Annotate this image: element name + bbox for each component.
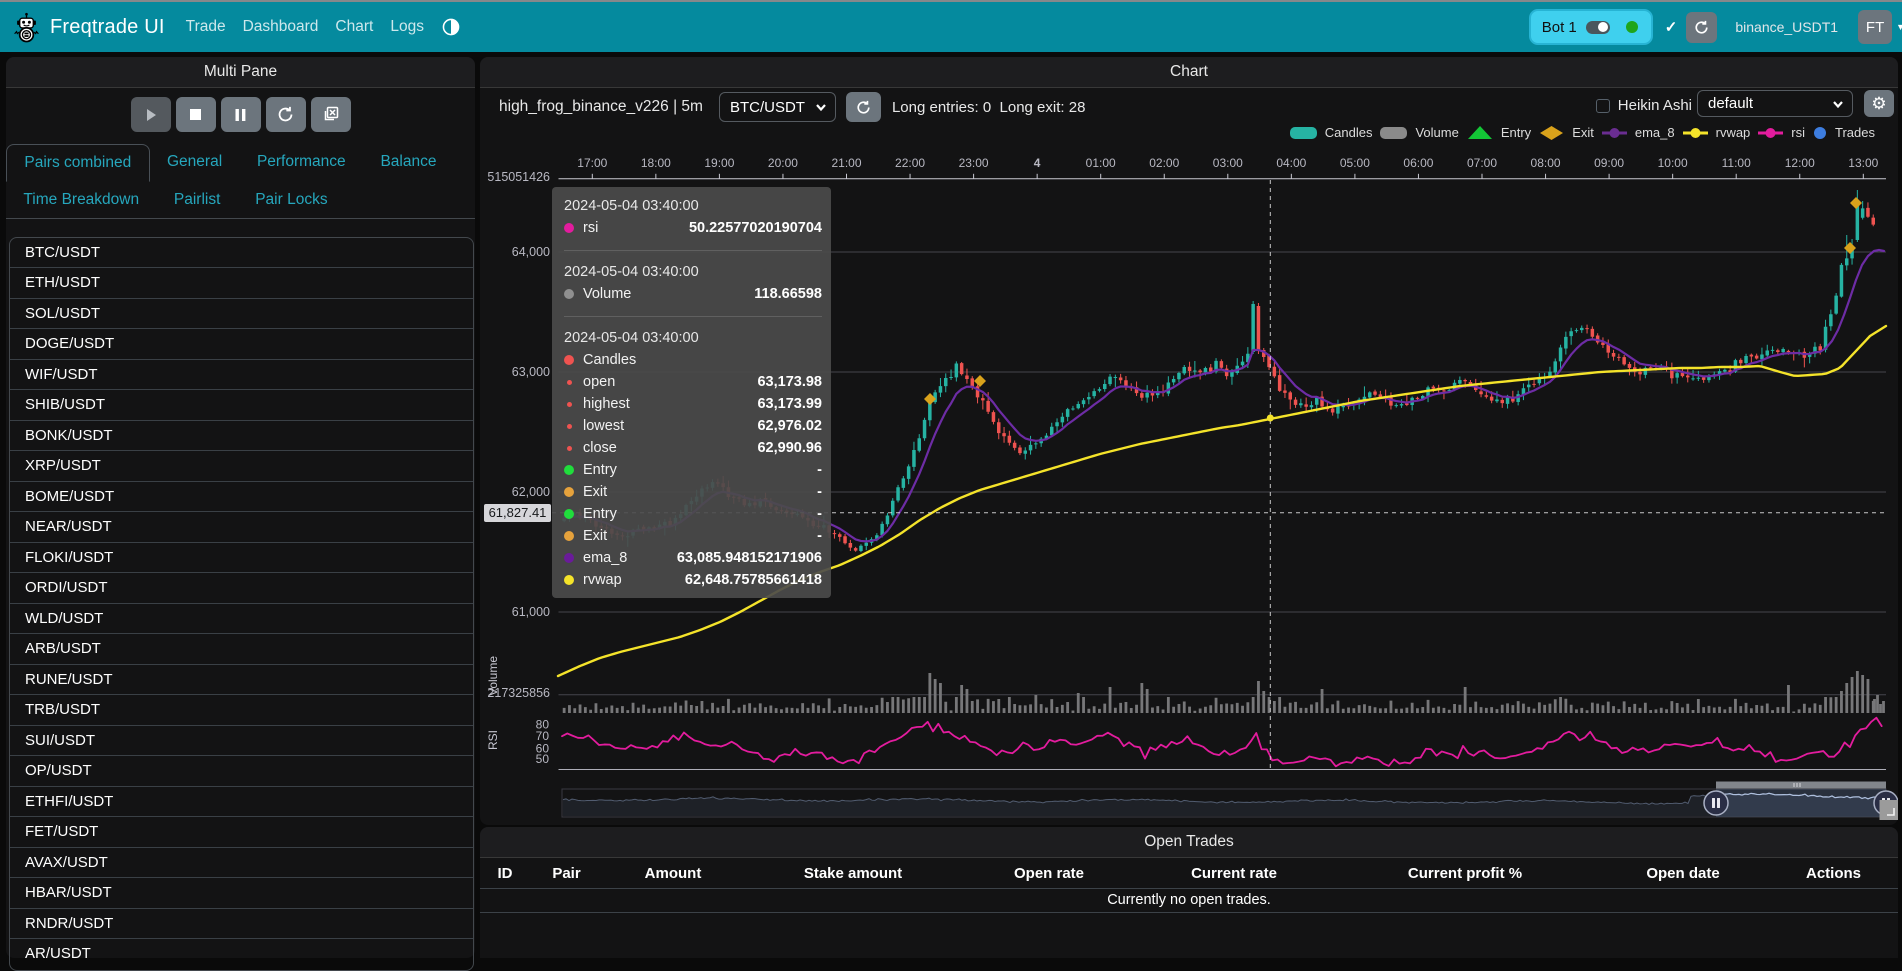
svg-text:61,000: 61,000 [512, 605, 550, 619]
svg-text:18:00: 18:00 [641, 156, 671, 170]
svg-text:Volume: Volume [486, 656, 500, 696]
svg-text:11:00: 11:00 [1722, 156, 1751, 170]
svg-text:50: 50 [536, 752, 550, 766]
svg-text:13:00: 13:00 [1848, 156, 1878, 170]
svg-text:4: 4 [1034, 156, 1041, 170]
svg-text:64,000: 64,000 [512, 245, 550, 259]
svg-text:RSI: RSI [486, 730, 500, 750]
svg-text:515051426: 515051426 [487, 170, 550, 184]
svg-text:19:00: 19:00 [704, 156, 734, 170]
svg-text:01:00: 01:00 [1086, 156, 1116, 170]
svg-text:21:00: 21:00 [831, 156, 861, 170]
svg-text:07:00: 07:00 [1467, 156, 1497, 170]
svg-text:08:00: 08:00 [1531, 156, 1561, 170]
svg-text:20:00: 20:00 [768, 156, 798, 170]
svg-text:17:00: 17:00 [577, 156, 607, 170]
svg-text:23:00: 23:00 [959, 156, 989, 170]
svg-text:22:00: 22:00 [895, 156, 925, 170]
svg-text:06:00: 06:00 [1403, 156, 1433, 170]
svg-text:12:00: 12:00 [1785, 156, 1815, 170]
svg-text:03:00: 03:00 [1213, 156, 1243, 170]
svg-text:62,000: 62,000 [512, 485, 550, 499]
svg-text:02:00: 02:00 [1149, 156, 1179, 170]
svg-text:05:00: 05:00 [1340, 156, 1370, 170]
svg-text:63,000: 63,000 [512, 365, 550, 379]
svg-text:09:00: 09:00 [1594, 156, 1624, 170]
svg-text:04:00: 04:00 [1276, 156, 1306, 170]
svg-text:10:00: 10:00 [1658, 156, 1688, 170]
